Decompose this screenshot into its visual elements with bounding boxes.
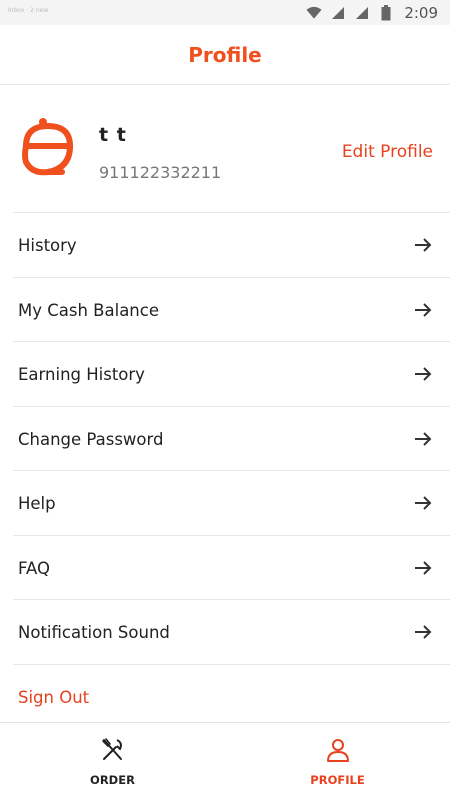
user-phone: 911122332211 [99, 163, 222, 182]
page-title: Profile [188, 42, 262, 67]
signal-icon [330, 5, 346, 21]
menu-item-label: Change Password [18, 429, 164, 449]
profile-card: t t 911122332211 Edit Profile [0, 86, 450, 212]
menu-item-history[interactable]: History [0, 213, 450, 277]
arrow-right-icon [414, 302, 432, 318]
menu-item-change-password[interactable]: Change Password [0, 407, 450, 471]
menu-item-notification-sound[interactable]: Notification Sound [0, 600, 450, 664]
tab-order[interactable]: ORDER [0, 723, 225, 800]
sign-out-button[interactable]: Sign Out [0, 665, 450, 729]
arrow-right-icon [414, 237, 432, 253]
bottom-nav: ORDER PROFILE [0, 722, 450, 800]
menu-item-label: Earning History [18, 364, 145, 384]
cloche-e-logo-icon [22, 116, 78, 178]
app-header: Profile [0, 25, 450, 85]
menu-item-faq[interactable]: FAQ [0, 536, 450, 600]
status-time: 2:09 [404, 3, 438, 22]
menu-item-label: My Cash Balance [18, 300, 159, 320]
menu-item-label: History [18, 235, 77, 255]
fork-knife-icon [100, 737, 126, 763]
sign-out-label: Sign Out [18, 687, 90, 707]
menu-item-my-cash-balance[interactable]: My Cash Balance [0, 278, 450, 342]
menu-item-help[interactable]: Help [0, 471, 450, 535]
arrow-right-icon [414, 560, 432, 576]
battery-icon [378, 4, 394, 21]
menu-item-label: FAQ [18, 558, 50, 578]
menu-item-label: Notification Sound [18, 622, 170, 642]
arrow-right-icon [414, 431, 432, 447]
status-notification-text: Inbox · 2 new [8, 7, 49, 14]
tab-profile[interactable]: PROFILE [225, 723, 450, 800]
tab-profile-label: PROFILE [310, 773, 365, 787]
edit-profile-link[interactable]: Edit Profile [342, 142, 433, 162]
signal-icon [354, 5, 370, 21]
wifi-icon [306, 5, 322, 21]
arrow-right-icon [414, 624, 432, 640]
arrow-right-icon [414, 495, 432, 511]
arrow-right-icon [414, 366, 432, 382]
menu-item-label: Help [18, 493, 56, 513]
menu-item-earning-history[interactable]: Earning History [0, 342, 450, 406]
status-bar: Inbox · 2 new 2:09 [0, 0, 450, 25]
user-name: t t [99, 124, 127, 146]
tab-order-label: ORDER [90, 773, 135, 787]
user-icon [325, 737, 351, 763]
